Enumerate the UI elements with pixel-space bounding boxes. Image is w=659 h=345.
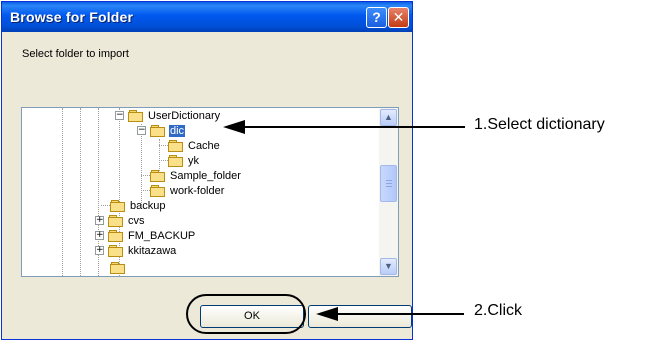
tree-guide-line [141, 175, 150, 176]
expand-icon[interactable]: + [95, 216, 104, 225]
callout-line [240, 126, 465, 128]
tree-item-backup[interactable]: backup [110, 198, 166, 213]
tree-item-label: FM_BACKUP [128, 229, 196, 242]
tree-item-sample-folder[interactable]: Sample_folder [150, 168, 242, 183]
folder-icon [128, 109, 144, 122]
vertical-scrollbar[interactable]: ▲ ▼ [379, 108, 398, 276]
tree-item-label: cvs [128, 214, 145, 227]
tree-item-label: kkitazawa [128, 244, 177, 257]
tree-guide-line [101, 205, 110, 206]
folder-icon [150, 169, 166, 182]
folder-tree[interactable]: − UserDictionary − dic Cache yk Sample_f… [21, 107, 399, 277]
tree-guide-line [62, 108, 63, 276]
folder-icon [168, 139, 184, 152]
tree-item-label: Sample_folder [170, 169, 241, 182]
prompt-text: Select folder to import [22, 48, 129, 60]
collapse-icon[interactable]: − [115, 111, 124, 120]
scroll-up-icon[interactable]: ▲ [380, 109, 397, 126]
tree-item-kkitazawa[interactable]: + kkitazawa [95, 243, 177, 258]
scroll-thumb[interactable] [380, 165, 397, 202]
tree-guide-line [80, 108, 81, 276]
tree-item-userdictionary[interactable]: − UserDictionary [115, 108, 221, 123]
folder-tree-content: − UserDictionary − dic Cache yk Sample_f… [22, 108, 379, 276]
folder-icon [150, 184, 166, 197]
folder-icon [110, 261, 126, 274]
folder-open-icon [150, 124, 166, 137]
tree-item-cache[interactable]: Cache [168, 138, 221, 153]
folder-icon [168, 154, 184, 167]
tree-guide-line [159, 145, 168, 146]
tree-item-label: work-folder [170, 184, 225, 197]
tree-item-label: dic [169, 124, 186, 137]
tree-item-cvs[interactable]: + cvs [95, 213, 146, 228]
ok-highlight-ring [186, 294, 306, 334]
title-bar[interactable]: Browse for Folder ? ✕ [2, 2, 412, 32]
tree-guide-line [159, 160, 168, 161]
tree-item-yk[interactable]: yk [168, 153, 200, 168]
callout-line [333, 313, 464, 315]
callout-step-1: 1.Select dictionary [474, 116, 605, 133]
tree-item-label: yk [188, 154, 199, 167]
tree-item-label: Cache [188, 139, 220, 152]
folder-icon [110, 199, 126, 212]
help-button[interactable]: ? [366, 7, 387, 28]
tree-item-label: backup [130, 199, 166, 212]
folder-icon [108, 244, 124, 257]
expand-icon[interactable]: + [95, 246, 104, 255]
folder-icon [108, 229, 124, 242]
folder-icon [108, 214, 124, 227]
tree-guide-line [141, 190, 150, 191]
collapse-icon[interactable]: − [137, 126, 146, 135]
close-button[interactable]: ✕ [388, 7, 409, 28]
callout-step-2: 2.Click [474, 302, 523, 319]
expand-icon[interactable]: + [95, 231, 104, 240]
tree-item-dic[interactable]: − dic [137, 123, 186, 138]
tree-item-fm-backup[interactable]: + FM_BACKUP [95, 228, 196, 243]
tree-item-partial[interactable] [110, 260, 129, 275]
scroll-down-icon[interactable]: ▼ [380, 258, 397, 275]
tree-item-work-folder[interactable]: work-folder [150, 183, 225, 198]
tree-item-label: UserDictionary [148, 109, 221, 122]
dialog-title: Browse for Folder [10, 9, 134, 25]
browse-for-folder-dialog: Browse for Folder ? ✕ Select folder to i… [1, 1, 413, 340]
